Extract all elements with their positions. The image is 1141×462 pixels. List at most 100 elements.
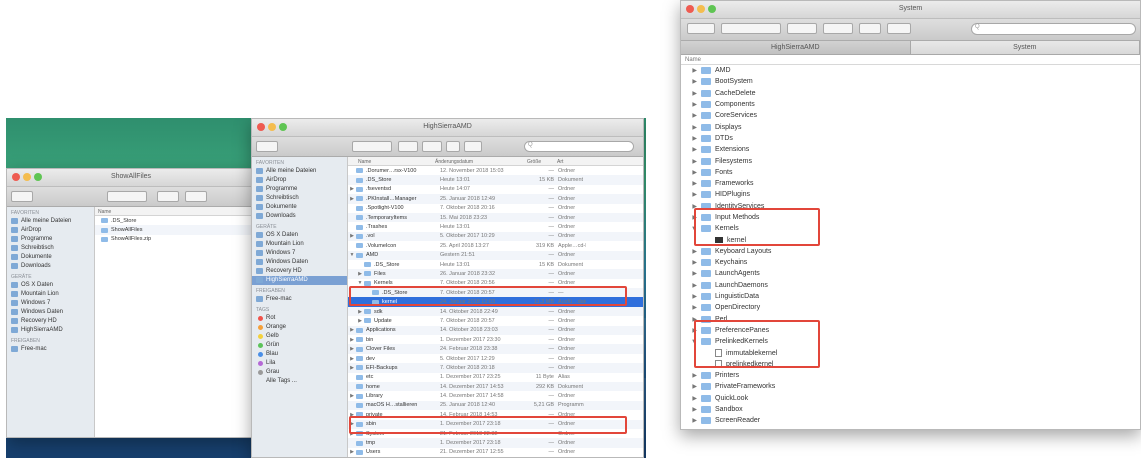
table-row[interactable]: .Dorumer…rsx-V100 12. November 2018 15:03… [348,166,643,175]
sidebar-item[interactable]: Mountain Lion [252,240,347,249]
action-button[interactable] [823,23,853,34]
sidebar-tag-item[interactable]: Rot [252,314,347,323]
table-row[interactable]: ▶ Users 21. Dezember 2017 12:55 — Ordner [348,448,643,457]
table-row[interactable]: etc 1. Dezember 2017 23:25 11 Byte Alias [348,373,643,382]
disclosure-triangle-icon[interactable]: ▶ [681,270,701,277]
list-item[interactable]: ▶ CacheDelete [681,88,1140,99]
disclosure-triangle-icon[interactable]: ▶ [348,346,356,352]
table-row[interactable]: ▶ Files 26. Januar 2018 23:32 — Ordner [348,269,643,279]
disclosure-triangle-icon[interactable]: ▶ [681,90,701,97]
disclosure-triangle-icon[interactable]: ▶ [681,293,701,300]
list-item[interactable]: ▶ LaunchAgents [681,268,1140,279]
view-buttons[interactable] [721,23,781,34]
sidebar-item[interactable]: Alle meine Dateien [252,167,347,176]
disclosure-triangle-icon[interactable]: ▶ [681,112,701,119]
action-button[interactable] [185,191,207,202]
list-item[interactable]: .DS_Store [95,216,255,225]
sidebar-item[interactable]: HighSierraAMD [252,276,347,285]
sidebar-item[interactable]: Alle meine Dateien [7,217,94,226]
table-row[interactable]: ▶ sdk 14. Oktober 2018 22:49 — Ordner [348,306,643,317]
disclosure-triangle-icon[interactable]: ▶ [356,271,364,277]
disclosure-triangle-icon[interactable]: ▶ [681,417,701,424]
disclosure-triangle-icon[interactable]: ▶ [681,259,701,266]
column-header-kind[interactable]: Art [554,157,584,165]
list-item[interactable]: ▶ AMD [681,65,1140,76]
list-item[interactable]: ▶ Extensions [681,144,1140,155]
list-item[interactable]: ▶ Components [681,99,1140,110]
table-row[interactable]: ▶ .PKInstall…Manager 25. Januar 2018 12:49… [348,194,643,204]
disclosure-triangle-icon[interactable]: ▶ [681,191,701,198]
list-item[interactable]: ▶ LinguisticData [681,291,1140,302]
column-header-name[interactable]: Name [348,157,432,165]
sidebar-item[interactable]: Dokumente [7,253,94,262]
disclosure-triangle-icon[interactable]: ▶ [681,282,701,289]
sidebar-item[interactable]: Dokumente [252,203,347,212]
table-row[interactable]: ▶ .vol 5. Oktober 2017 10:29 — Ordner [348,231,643,242]
disclosure-triangle-icon[interactable]: ▶ [681,383,701,390]
disclosure-triangle-icon[interactable]: ▶ [356,309,364,315]
disclosure-triangle-icon[interactable]: ▶ [348,449,356,455]
tab-system[interactable]: System [910,41,1140,54]
table-row[interactable]: ▶ Library 14. Dezember 2017 14:58 — Ordner [348,391,643,400]
sidebar-item[interactable]: Windows 7 [252,249,347,258]
disclosure-triangle-icon[interactable]: ▶ [681,101,701,108]
disclosure-triangle-icon[interactable]: ▶ [681,169,701,176]
sidebar-item[interactable]: Mountain Lion [7,290,94,299]
sidebar-item[interactable]: Windows Daten [252,258,347,267]
disclosure-triangle-icon[interactable]: ▶ [681,406,701,413]
table-row[interactable]: .TemporaryItems 15. Mai 2018 23:23 — Ordner [348,212,643,223]
list-item[interactable]: ▶ Fonts [681,167,1140,178]
disclosure-triangle-icon[interactable]: ▶ [681,146,701,153]
view-buttons[interactable] [352,141,392,152]
disclosure-triangle-icon[interactable]: ▶ [681,248,701,255]
sidebar-item[interactable]: Windows Daten [7,308,94,317]
list-item[interactable]: ▶ Keychains [681,257,1140,268]
search-input[interactable]: Q [524,141,634,152]
sidebar-item[interactable]: Recovery HD [7,317,94,326]
sidebar-item[interactable]: Programme [7,235,94,244]
sidebar-item[interactable]: Schreibtisch [7,244,94,253]
disclosure-triangle-icon[interactable]: ▶ [348,196,356,202]
table-row[interactable]: .Trashes Heute 13:01 — Ordner [348,222,643,231]
arrange-button[interactable] [787,23,817,34]
table-row[interactable]: tmp 1. Dezember 2017 23:18 — Ordner [348,438,643,448]
disclosure-triangle-icon[interactable]: ▶ [681,395,701,402]
sidebar-tag-item[interactable]: Alle Tags ... [252,377,347,386]
list-item[interactable]: ▶ Printers [681,370,1140,381]
share-button[interactable] [859,23,881,34]
disclosure-triangle-icon[interactable]: ▼ [348,252,356,258]
table-row[interactable]: .DS_Store Heute 13:01 15 KB Dokument [348,260,643,269]
disclosure-triangle-icon[interactable]: ▶ [681,304,701,311]
sidebar-item[interactable]: OS X Daten [252,231,347,240]
table-row[interactable]: ▶ Update 7. Oktober 2018 20:57 — Ordner [348,316,643,325]
disclosure-triangle-icon[interactable]: ▶ [348,393,356,399]
sidebar-item[interactable]: Free-mac [252,295,347,304]
list-item[interactable]: ▶ CoreServices [681,110,1140,121]
disclosure-triangle-icon[interactable]: ▶ [348,233,356,239]
list-item[interactable]: ▶ HIDPlugins [681,189,1140,200]
sidebar-item[interactable]: Windows 7 [7,299,94,308]
table-row[interactable]: home 14. Dezember 2017 14:53 292 KB Dokumen… [348,381,643,392]
sidebar-item[interactable]: Free-mac [7,345,94,354]
table-row[interactable]: .Spotlight-V100 7. Oktober 2018 20:16 — Ord… [348,204,643,213]
tab-highsierraamd[interactable]: HighSierraAMD [681,41,911,54]
table-row[interactable]: .VolumeIcon 25. April 2018 13:27 319 KB App… [348,241,643,250]
disclosure-triangle-icon[interactable]: ▶ [681,135,701,142]
disclosure-triangle-icon[interactable]: ▶ [681,124,701,131]
sidebar-item[interactable]: AirDrop [7,226,94,235]
tags-button[interactable] [464,141,482,152]
list-item[interactable]: ▶ LaunchDaemons [681,280,1140,291]
sidebar-item[interactable]: Downloads [252,212,347,221]
table-row[interactable]: macOS H…stallieren 25. Januar 2018 12:40 5… [348,400,643,411]
sidebar-tag-item[interactable]: Lila [252,359,347,368]
sidebar-tag-item[interactable]: Gelb [252,332,347,341]
list-item[interactable]: ▶ DTDs [681,133,1140,144]
back-forward-button[interactable] [11,191,33,202]
table-row[interactable]: .DS_Store Heute 13:01 15 KB Dokument [348,175,643,185]
disclosure-triangle-icon[interactable]: ▶ [681,180,701,187]
disclosure-triangle-icon[interactable]: ▶ [348,186,356,192]
sidebar-item[interactable]: Downloads [7,262,94,271]
table-row[interactable]: ▶ .fseventsd Heute 14:07 — Ordner [348,185,643,194]
disclosure-triangle-icon[interactable]: ▶ [681,158,701,165]
table-row[interactable]: ▼ AMD Gestern 21:51 — Ordner [348,250,643,260]
